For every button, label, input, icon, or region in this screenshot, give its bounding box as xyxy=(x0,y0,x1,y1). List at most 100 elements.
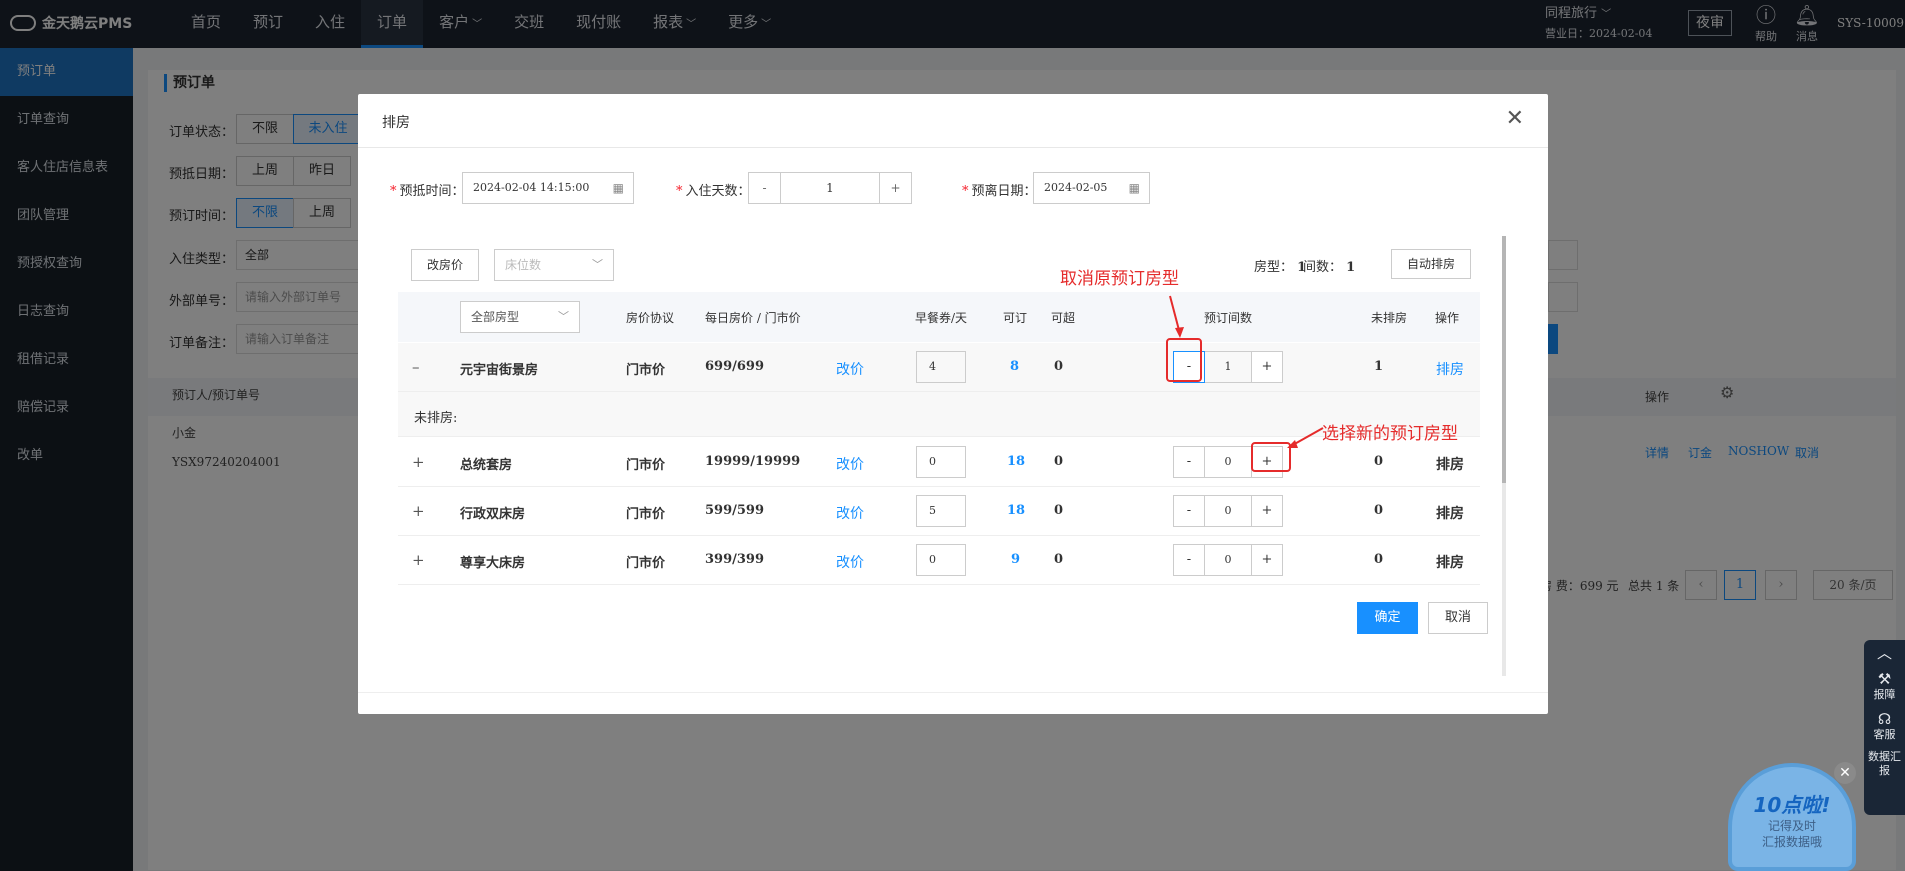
col-breakfast: 早餐券/天 xyxy=(915,311,968,325)
report-issue-label: 报障 xyxy=(1873,688,1896,701)
overbook-count: 0 xyxy=(1054,503,1064,518)
room-price: 699/699 xyxy=(705,359,765,374)
change-price-link[interactable]: 改价 xyxy=(836,359,864,379)
annotation-select-new: 选择新的预订房型 xyxy=(1322,424,1458,444)
col-price: 每日房价 / 门市价 xyxy=(705,311,801,325)
scrollbar-thumb[interactable] xyxy=(1502,236,1506,483)
nights-label: * 入住天数： xyxy=(676,180,751,199)
confirm-button[interactable]: 确定 xyxy=(1357,602,1418,634)
increase-button[interactable]: + xyxy=(1251,544,1283,576)
annotation-highlight-box xyxy=(1166,338,1202,382)
collapse-button[interactable]: ︿ xyxy=(1864,640,1905,666)
book-count-value[interactable]: 0 xyxy=(1205,544,1251,576)
annotation-arrow xyxy=(1287,427,1324,448)
overbook-count: 0 xyxy=(1054,359,1064,374)
expand-icon[interactable]: + xyxy=(412,551,425,569)
col-overbook: 可超 xyxy=(1051,311,1076,325)
reminder-title: 10点啦! xyxy=(1753,793,1831,817)
assign-room-link[interactable]: 排房 xyxy=(1436,359,1464,379)
col-book-count: 预订间数 xyxy=(1204,311,1253,325)
unassigned-count: 0 xyxy=(1374,503,1384,518)
report-issue-button[interactable]: ⚒ 报障 xyxy=(1864,666,1905,706)
increase-button[interactable]: + xyxy=(1251,351,1283,383)
room-price: 19999/19999 xyxy=(705,454,801,469)
room-count-label: 间数： xyxy=(1303,260,1343,275)
reminder-line-1: 记得及时 xyxy=(1767,819,1816,833)
required-asterisk: * xyxy=(390,184,397,199)
room-row: – 元宇宙街景房 门市价 699/699 改价 4 8 0 - 1 + 1 排房 xyxy=(398,343,1480,392)
book-count-value[interactable]: 0 xyxy=(1205,446,1251,478)
close-icon[interactable]: ✕ xyxy=(1834,762,1856,784)
change-price-link[interactable]: 改价 xyxy=(836,552,864,572)
arrive-time-value: 2024-02-04 14:15:00 xyxy=(473,181,590,194)
breakfast-input[interactable]: 5 xyxy=(916,495,966,527)
nights-plus-button[interactable]: + xyxy=(880,173,911,203)
decrease-button[interactable]: - xyxy=(1173,544,1205,576)
room-protocol: 门市价 xyxy=(626,556,666,571)
room-count-value: 1 xyxy=(1346,260,1356,275)
room-type-count: 房型： 1 xyxy=(1254,256,1306,275)
depart-date-input[interactable]: 2024-02-05 ▦ xyxy=(1033,172,1150,204)
list-scrollbar[interactable] xyxy=(1502,236,1506,676)
unassigned-count: 0 xyxy=(1374,454,1384,469)
data-report-label: 数据汇报 xyxy=(1868,750,1901,777)
assign-room-label[interactable]: 排房 xyxy=(1436,503,1464,523)
modal-title: 排房 xyxy=(382,115,410,131)
change-price-link[interactable]: 改价 xyxy=(836,454,864,474)
book-count-stepper: - 0 + xyxy=(1173,544,1283,576)
room-count: 间数： 1 xyxy=(1303,256,1355,275)
assign-room-label[interactable]: 排房 xyxy=(1436,552,1464,572)
reminder-line-2: 汇报数据哦 xyxy=(1761,835,1822,849)
book-count-stepper: - 0 + xyxy=(1173,495,1283,527)
breakfast-input[interactable]: 0 xyxy=(916,446,966,478)
book-count-value[interactable]: 1 xyxy=(1205,351,1251,383)
increase-button[interactable]: + xyxy=(1251,495,1283,527)
nights-label-text: 入住天数： xyxy=(685,184,751,199)
wrench-icon: ⚒ xyxy=(1877,670,1892,688)
data-report-button[interactable]: 数据汇报 xyxy=(1864,746,1905,782)
assign-room-label[interactable]: 排房 xyxy=(1436,454,1464,474)
customer-service-button[interactable]: ☊ 客服 xyxy=(1864,706,1905,746)
room-row: + 行政双床房 门市价 599/599 改价 5 18 0 - 0 + 0 排房 xyxy=(398,487,1480,536)
arrive-time-input[interactable]: 2024-02-04 14:15:00 ▦ xyxy=(462,172,634,204)
cancel-button[interactable]: 取消 xyxy=(1428,602,1488,634)
col-ops: 操作 xyxy=(1435,311,1460,325)
nights-minus-button[interactable]: - xyxy=(749,173,780,203)
overbook-count: 0 xyxy=(1054,454,1064,469)
decrease-button[interactable]: - xyxy=(1173,446,1205,478)
book-count-value[interactable]: 0 xyxy=(1205,495,1251,527)
expand-icon[interactable]: + xyxy=(412,502,425,520)
bed-count-select[interactable]: 床位数 ﹀ xyxy=(494,249,614,281)
chevron-up-icon: ︿ xyxy=(1876,644,1892,662)
bed-count-placeholder: 床位数 xyxy=(505,258,542,272)
auto-assign-button[interactable]: 自动排房 xyxy=(1391,249,1471,279)
annotation-cancel-original: 取消原预订房型 xyxy=(1060,269,1179,289)
change-price-button[interactable]: 改房价 xyxy=(411,249,479,281)
nights-value[interactable]: 1 xyxy=(780,173,880,203)
bookable-count[interactable]: 9 xyxy=(1011,552,1020,567)
col-unassigned: 未排房 xyxy=(1371,311,1408,325)
required-asterisk: * xyxy=(676,184,683,199)
bookable-count[interactable]: 18 xyxy=(1007,503,1025,518)
room-row: + 尊享大床房 门市价 399/399 改价 0 9 0 - 0 + 0 排房 xyxy=(398,536,1480,585)
collapse-icon[interactable]: – xyxy=(412,358,420,376)
required-asterisk: * xyxy=(962,184,969,199)
expand-icon[interactable]: + xyxy=(412,453,425,471)
bookable-count[interactable]: 8 xyxy=(1010,359,1019,374)
decrease-button[interactable]: - xyxy=(1173,495,1205,527)
breakfast-input[interactable]: 0 xyxy=(916,544,966,576)
col-bookable: 可订 xyxy=(1003,311,1028,325)
depart-date-label: * 预离日期： xyxy=(962,180,1037,199)
room-type-filter-select[interactable]: 全部房型 ﹀ xyxy=(460,301,580,333)
bookable-count[interactable]: 18 xyxy=(1007,454,1025,469)
unassigned-count: 0 xyxy=(1374,552,1384,567)
breakfast-input[interactable]: 4 xyxy=(916,351,966,383)
room-protocol: 门市价 xyxy=(626,363,666,378)
room-type-name: 尊享大床房 xyxy=(460,556,526,571)
chevron-down-icon: ﹀ xyxy=(592,258,603,271)
close-icon[interactable]: ✕ xyxy=(1506,108,1524,130)
customer-service-label: 客服 xyxy=(1873,728,1896,741)
change-price-link[interactable]: 改价 xyxy=(836,503,864,523)
room-protocol: 门市价 xyxy=(626,507,666,522)
room-table-header: 全部房型 ﹀ 房价协议 每日房价 / 门市价 早餐券/天 可订 可超 预订间数 … xyxy=(398,292,1480,342)
